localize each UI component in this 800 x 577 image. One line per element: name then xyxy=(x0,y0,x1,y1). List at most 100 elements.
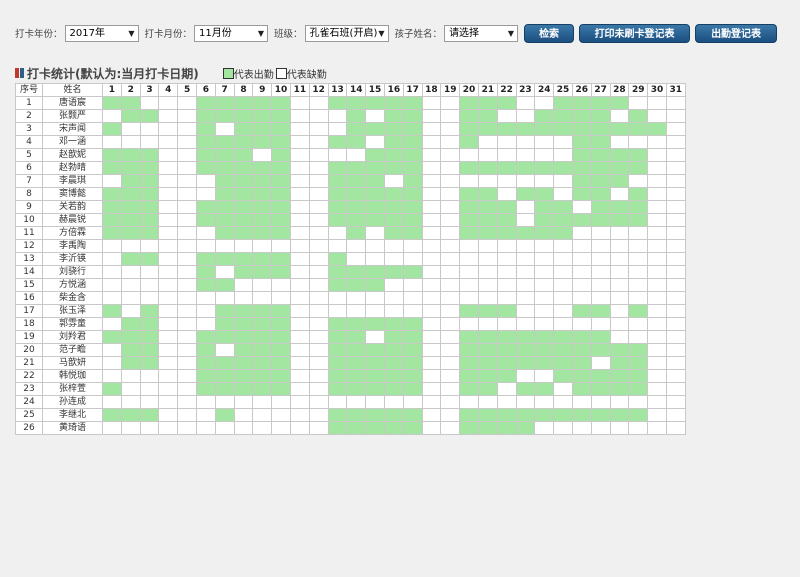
day-cell-present xyxy=(571,304,592,318)
day-cell-present xyxy=(233,330,254,344)
day-cell-present xyxy=(214,382,235,396)
day-cell-present xyxy=(120,161,141,175)
table-row: 21 马歆妍 xyxy=(15,356,686,370)
chevron-down-icon: ▼ xyxy=(378,28,385,38)
class-select[interactable]: 孔雀石班(开启) ▼ xyxy=(304,24,389,42)
day-cell-present xyxy=(383,317,404,331)
row-index: 16 xyxy=(15,291,43,305)
day-cell-absent xyxy=(289,291,310,305)
day-cell-absent xyxy=(214,343,235,357)
day-cell-present xyxy=(195,330,216,344)
attendance-register-button[interactable]: 出勤登记表 xyxy=(695,23,778,43)
day-cell-absent xyxy=(158,356,179,370)
day-cell-absent xyxy=(665,135,686,149)
row-index: 9 xyxy=(15,200,43,214)
day-cell-absent xyxy=(496,239,517,253)
day-cell-present xyxy=(477,408,498,422)
day-cell-present xyxy=(214,304,235,318)
day-cell-present xyxy=(252,200,273,214)
day-cell-present xyxy=(271,369,291,383)
day-cell-present xyxy=(534,200,555,214)
day-cell-absent xyxy=(477,265,498,279)
student-name: 李禹陶 xyxy=(42,239,103,253)
day-cell-absent xyxy=(496,109,517,123)
year-select[interactable]: 2017年 ▼ xyxy=(64,24,139,42)
day-cell-absent xyxy=(421,330,442,344)
day-cell-present xyxy=(214,408,235,422)
day-cell-absent xyxy=(177,122,197,136)
day-cell-absent xyxy=(139,395,160,409)
day-cell-absent xyxy=(647,278,667,292)
day-cell-present xyxy=(346,161,367,175)
header-day-11: 11 xyxy=(289,83,310,97)
day-cell-present xyxy=(271,135,291,149)
day-cell-present xyxy=(195,369,216,383)
print-unpunched-button[interactable]: 打印未刷卡登记表 xyxy=(579,23,691,43)
day-cell-present xyxy=(214,161,235,175)
day-cell-absent xyxy=(308,408,329,422)
day-cell-absent xyxy=(628,226,649,240)
day-cell-present xyxy=(402,187,423,201)
day-cell-absent xyxy=(289,369,310,383)
day-cell-present xyxy=(271,265,291,279)
day-cell-present xyxy=(553,213,573,227)
day-cell-present xyxy=(327,213,348,227)
day-cell-absent xyxy=(177,135,197,149)
day-cell-present xyxy=(383,161,404,175)
day-cell-absent xyxy=(459,265,479,279)
search-button[interactable]: 检索 xyxy=(524,23,575,43)
day-cell-present xyxy=(252,174,273,188)
table-row: 18 郭雰童 xyxy=(15,317,686,331)
day-cell-absent xyxy=(553,135,573,149)
day-cell-absent xyxy=(365,226,385,240)
day-cell-present xyxy=(477,213,498,227)
day-cell-present xyxy=(553,408,573,422)
child-select[interactable]: 请选择 ▼ xyxy=(444,24,519,42)
student-name: 范子瞻 xyxy=(42,343,103,357)
day-cell-absent xyxy=(515,96,536,110)
day-cell-present xyxy=(102,187,122,201)
month-select[interactable]: 11月份 ▼ xyxy=(194,24,269,42)
day-cell-absent xyxy=(365,330,385,344)
day-cell-absent xyxy=(120,265,141,279)
day-cell-present xyxy=(402,343,423,357)
day-cell-absent xyxy=(459,174,479,188)
day-cell-present xyxy=(139,213,160,227)
day-cell-absent xyxy=(102,421,122,435)
day-cell-absent xyxy=(289,382,310,396)
row-index: 15 xyxy=(15,278,43,292)
day-cell-absent xyxy=(158,317,179,331)
day-cell-present xyxy=(383,421,404,435)
day-cell-absent xyxy=(609,226,630,240)
day-cell-present xyxy=(515,161,536,175)
day-cell-absent xyxy=(440,304,461,318)
day-cell-present xyxy=(214,96,235,110)
day-cell-present xyxy=(590,135,611,149)
day-cell-absent xyxy=(252,278,273,292)
day-cell-present xyxy=(534,382,555,396)
day-cell-absent xyxy=(515,200,536,214)
day-cell-present xyxy=(477,369,498,383)
day-cell-present xyxy=(515,408,536,422)
table-row: 13 李沂锳 xyxy=(15,252,686,266)
day-cell-absent xyxy=(214,265,235,279)
day-cell-absent xyxy=(590,356,611,370)
day-cell-absent xyxy=(120,122,141,136)
day-cell-absent xyxy=(440,213,461,227)
table-row: 25 李继北 xyxy=(15,408,686,422)
header-day-14: 14 xyxy=(346,83,367,97)
row-index: 17 xyxy=(15,304,43,318)
header-day-4: 4 xyxy=(158,83,179,97)
day-cell-absent xyxy=(553,187,573,201)
day-cell-absent xyxy=(647,96,667,110)
day-cell-present xyxy=(628,369,649,383)
header-day-21: 21 xyxy=(477,83,498,97)
day-cell-absent xyxy=(252,239,273,253)
table-row: 8 窦博懿 xyxy=(15,187,686,201)
day-cell-absent xyxy=(421,239,442,253)
day-cell-absent xyxy=(158,148,179,162)
day-cell-absent xyxy=(271,239,291,253)
day-cell-absent xyxy=(402,252,423,266)
header-day-19: 19 xyxy=(440,83,461,97)
day-cell-absent xyxy=(177,161,197,175)
